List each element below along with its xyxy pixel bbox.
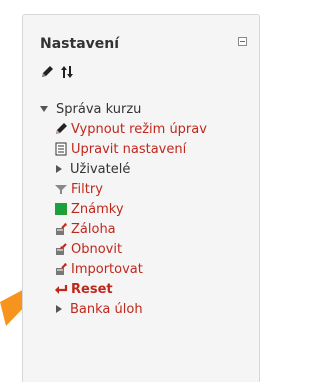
pencil-icon: [56, 123, 67, 134]
tree-item-question-bank[interactable]: Banka úloh: [54, 299, 143, 319]
collapse-icon[interactable]: [238, 37, 247, 46]
tree-item-label: Reset: [71, 281, 113, 297]
tree-item-label: Obnovit: [71, 241, 123, 257]
tree-item-toggle-edit[interactable]: Vypnout režim úprav: [54, 119, 207, 139]
settings-block: Nastavení Správa kurzu Vypnout režim úpr…: [22, 14, 260, 382]
reset-arrow-icon: [55, 285, 68, 294]
document-icon: [55, 142, 67, 156]
tree-root-course-admin[interactable]: Správa kurzu: [40, 99, 141, 119]
tree-item-label: Záloha: [71, 221, 116, 237]
edit-pencil-icon[interactable]: [40, 65, 54, 79]
tree-item-edit-settings[interactable]: Upravit nastavení: [54, 139, 186, 159]
tree-item-import[interactable]: Importovat: [54, 259, 143, 279]
tree-item-backup[interactable]: Záloha: [54, 219, 116, 239]
block-title: Nastavení: [40, 36, 120, 52]
backup-icon: [56, 223, 67, 235]
collapsed-triangle-icon: [56, 305, 62, 313]
tree-item-label: Upravit nastavení: [71, 141, 187, 157]
collapsed-triangle-icon: [56, 165, 62, 173]
tree-item-reset[interactable]: Reset: [54, 279, 113, 299]
move-arrows-icon[interactable]: [60, 65, 74, 79]
tree-item-grades[interactable]: Známky: [54, 199, 124, 219]
tree-item-label: Importovat: [71, 261, 143, 277]
block-controls: [40, 65, 74, 79]
tree-root-label: Správa kurzu: [56, 101, 142, 117]
restore-icon: [56, 243, 67, 255]
expanded-triangle-icon: [40, 106, 48, 112]
funnel-icon: [55, 185, 67, 194]
import-icon: [56, 263, 67, 275]
tree-item-label: Vypnout režim úprav: [71, 121, 207, 137]
tree-item-restore[interactable]: Obnovit: [54, 239, 122, 259]
tree-item-label: Filtry: [71, 181, 103, 197]
tree-item-label: Banka úloh: [70, 301, 143, 317]
tree-item-label: Známky: [71, 201, 124, 217]
grades-table-icon: [55, 203, 67, 215]
tree-item-filters[interactable]: Filtry: [54, 179, 103, 199]
tree-item-users[interactable]: Uživatelé: [54, 159, 130, 179]
tree-item-label: Uživatelé: [70, 161, 131, 177]
